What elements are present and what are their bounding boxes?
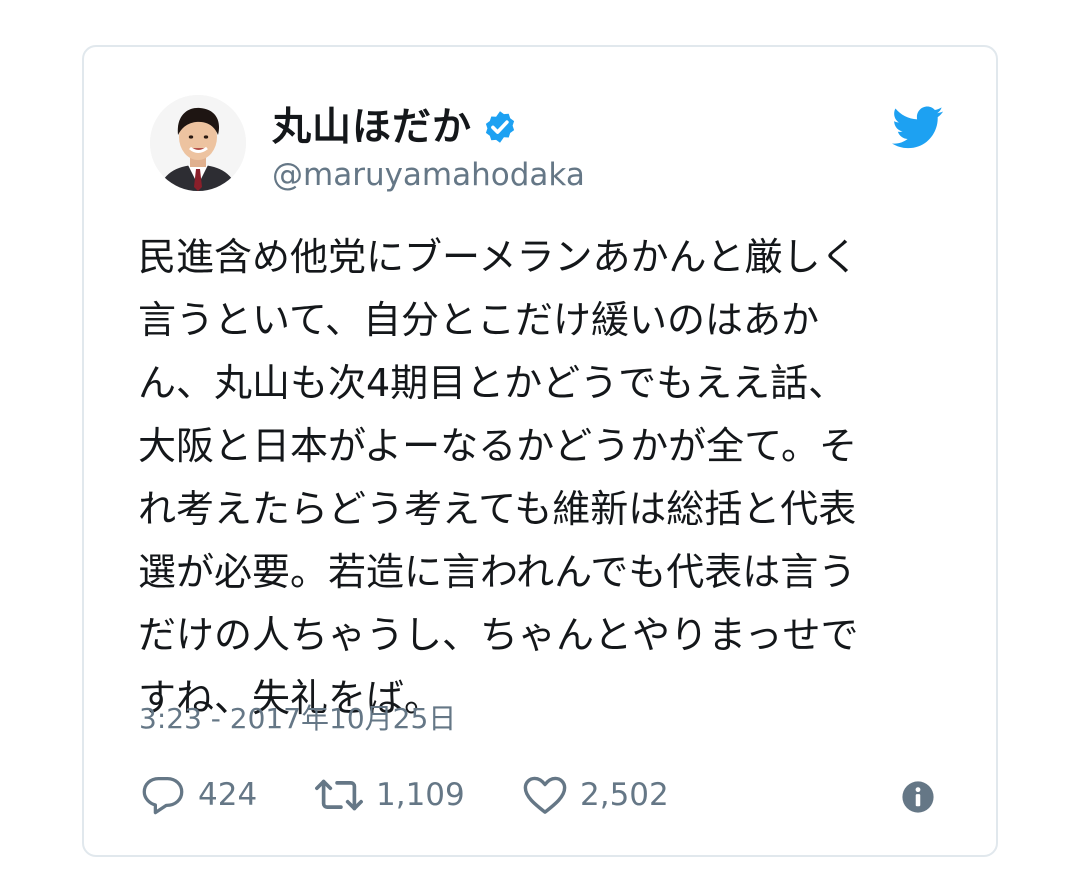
tweet-text-line: 選が必要。若造に言われんでも代表は言う <box>138 550 857 594</box>
tweet-text-line: 民進含め他党にブーメランあかんと厳しく <box>138 235 859 279</box>
retweet-count: 1,109 <box>376 776 465 813</box>
tweet-text: 民進含め他党にブーメランあかんと厳しく 言うといて、自分とこだけ緩いのはあか ん、丸… <box>138 226 958 730</box>
like-button[interactable]: 2,502 <box>522 770 669 820</box>
tweet-actions: 424 1,109 2,502 <box>140 770 940 820</box>
retweet-icon <box>315 779 363 811</box>
verified-badge-icon <box>482 109 518 145</box>
twitter-bird-icon[interactable] <box>892 106 944 150</box>
tweet-text-line: だけの人ちゃうし、ちゃんとやりまっせで <box>138 613 859 657</box>
reply-icon <box>142 777 184 815</box>
author-handle[interactable]: @maruyamahodaka <box>272 153 585 197</box>
tweet-text-line: ん、丸山も次4期目とかどうでもええ話、 <box>138 361 847 405</box>
tweet-text-line: れ考えたらどう考えても維新は総括と代表 <box>138 487 857 531</box>
tweet-text-line: 言うといて、自分とこだけ緩いのはあか <box>138 298 819 342</box>
tweet-timestamp[interactable]: 3:23 - 2017年10月25日 <box>139 697 456 741</box>
heart-icon <box>523 776 567 814</box>
reply-button[interactable]: 424 <box>140 770 257 820</box>
avatar-image <box>150 95 246 191</box>
reply-count: 424 <box>198 776 258 813</box>
retweet-button[interactable]: 1,109 <box>314 770 465 820</box>
avatar[interactable] <box>150 95 246 191</box>
author-display-name[interactable]: 丸山ほだか <box>272 108 472 147</box>
author-name-row[interactable]: 丸山ほだか <box>272 98 518 156</box>
like-count: 2,502 <box>580 776 669 813</box>
tweet-text-line: 大阪と日本がよーなるかどうかが全て。そ <box>138 424 857 468</box>
info-icon[interactable] <box>901 780 935 814</box>
